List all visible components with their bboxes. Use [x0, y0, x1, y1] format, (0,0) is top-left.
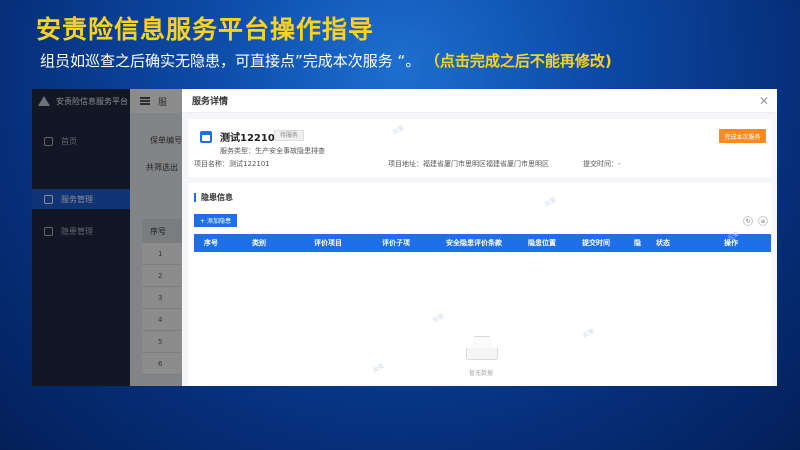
column-header: 序号 [204, 239, 218, 247]
empty-text: 暂无数据 [469, 370, 494, 377]
service-detail-drawer: 服务详情 ✕ 测试122101 待服务 服务类型：生产安全事故隐患排查 完成本次… [182, 89, 777, 386]
drawer-header: 服务详情 ✕ [182, 89, 777, 113]
project-address: 项目地址：福建省厦门市思明区福建省厦门市思明区 [388, 160, 549, 168]
project-name-field: 项目名称：测试122101 [194, 160, 270, 168]
status-badge: 待服务 [274, 130, 305, 141]
project-card: 测试122101 待服务 服务类型：生产安全事故隐患排查 完成本次服务 项目名称… [188, 119, 771, 177]
drawer-title: 服务详情 [192, 97, 229, 107]
service-type: 服务类型：生产安全事故隐患排查 [220, 147, 325, 155]
add-hazard-button[interactable]: + 添加隐患 [194, 214, 237, 227]
complete-service-button[interactable]: 完成本次服务 [719, 129, 766, 143]
column-header: 隐 [634, 239, 641, 247]
slide-warning: （点击完成之后不能再修改) [432, 52, 612, 70]
slide-title: 安责险信息服务平台操作指导 [36, 15, 375, 44]
column-header: 状态 [656, 239, 670, 247]
refresh-icon[interactable]: ↻ [743, 216, 753, 226]
close-icon[interactable]: ✕ [759, 95, 769, 107]
slide-instruction: 组员如巡查之后确实无隐患，可直接点”完成本次服务 “。 [40, 52, 421, 70]
column-header: 评价子项 [382, 239, 410, 247]
project-name: 测试122101 [220, 133, 282, 144]
column-header: 提交时间 [582, 239, 610, 247]
empty-box-icon [466, 336, 498, 360]
column-header: 类别 [252, 239, 266, 247]
calendar-icon [200, 131, 212, 143]
submit-time: 提交时间：- [583, 160, 621, 168]
settings-icon[interactable]: ≡ [758, 216, 768, 226]
slide-subtitle: 组员如巡查之后确实无隐患，可直接点”完成本次服务 “。 （点击完成之后不能再修改) [40, 50, 612, 71]
column-header: 安全隐患评价条款 [446, 239, 502, 247]
hazard-table-header: 序号 类别 评价项目 评价子项 安全隐患评价条款 隐患位置 提交时间 隐 状态 … [194, 234, 771, 252]
app-screenshot: 安责险信息服务平台 首页 服务管理 隐患管理 服 保单编号 共筛选出 序号 1 … [32, 89, 777, 386]
drawer-body: 测试122101 待服务 服务类型：生产安全事故隐患排查 完成本次服务 项目名称… [182, 113, 777, 386]
section-title: 隐患信息 [194, 193, 233, 202]
column-header: 隐患位置 [528, 239, 556, 247]
column-header: 评价项目 [314, 239, 342, 247]
hazard-card: 隐患信息 + 添加隐患 ↻ ≡ 序号 类别 评价项目 评价子项 安全隐患评价条款… [188, 183, 771, 386]
